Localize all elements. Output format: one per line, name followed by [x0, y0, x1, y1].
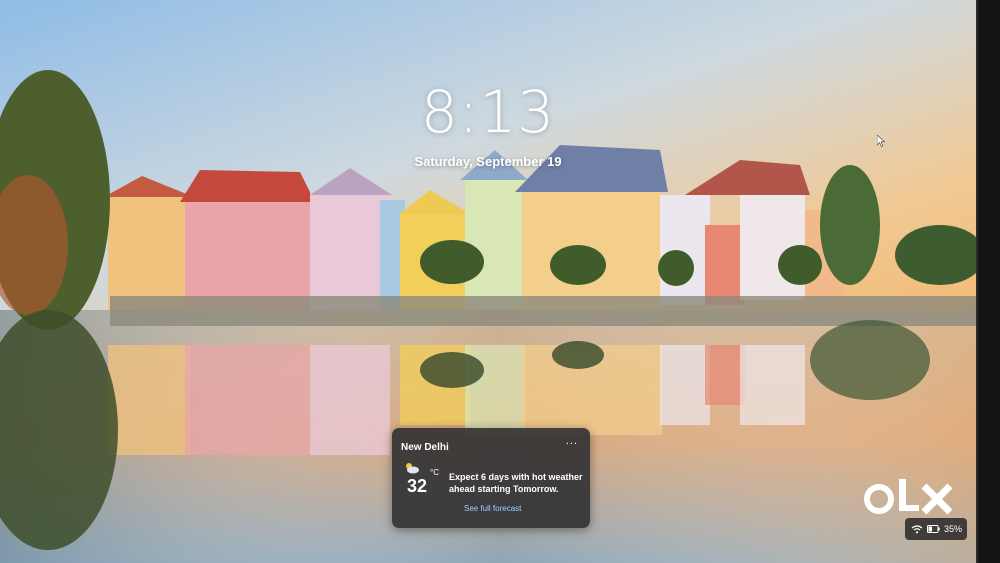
monitor-bezel: [978, 0, 1000, 563]
wifi-icon: [911, 524, 923, 533]
weather-temperature: 32: [407, 476, 428, 496]
partly-cloudy-icon: [406, 463, 419, 474]
see-full-forecast-link[interactable]: See full forecast: [464, 504, 521, 513]
battery-icon: [927, 525, 940, 533]
lock-screen[interactable]: 8:13 Saturday, September 19 New Delhi ..…: [0, 0, 1000, 563]
lock-screen-time: 8:13: [420, 78, 556, 146]
mouse-pointer-icon: [877, 135, 885, 147]
temperature-unit: °C: [430, 468, 439, 477]
lock-screen-date: Saturday, September 19: [414, 154, 562, 169]
weather-description: Expect 6 days with hot weather ahead sta…: [449, 472, 583, 494]
weather-widget[interactable]: New Delhi ... 32 °C Expect 6 days with h…: [392, 428, 590, 528]
status-indicators[interactable]: 35%: [905, 518, 967, 540]
more-options-button[interactable]: ...: [566, 435, 578, 447]
battery-percentage: 35%: [944, 524, 963, 534]
weather-location: New Delhi: [401, 442, 449, 453]
